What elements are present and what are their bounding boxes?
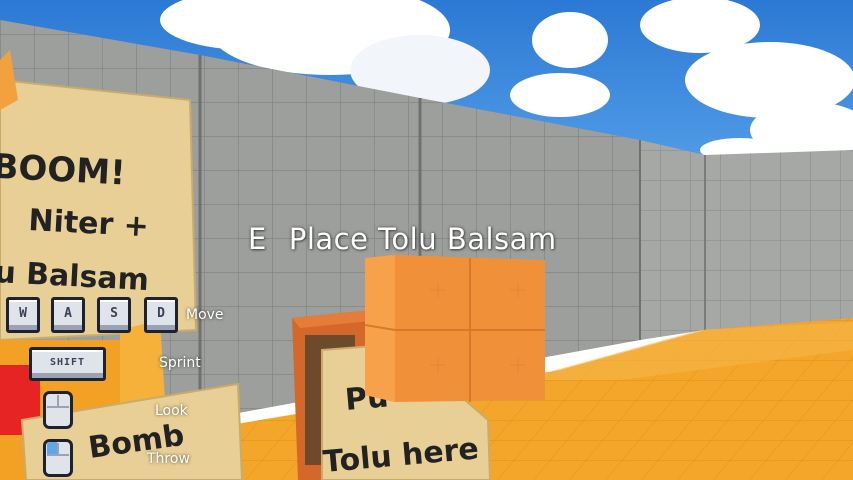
mouse-move-icon (43, 391, 73, 429)
throw-label: Throw (147, 451, 190, 467)
interaction-prompt: E Place Tolu Balsam (248, 222, 668, 256)
key-w: W (6, 297, 40, 333)
key-a: A (51, 297, 85, 333)
prompt-action: Place Tolu Balsam (288, 222, 557, 256)
look-label: Look (155, 403, 188, 419)
left-sign-line-1: BOOM! (0, 147, 127, 194)
sprint-label: Sprint (159, 355, 201, 371)
key-shift: SHIFT (29, 347, 106, 381)
held-tolu-balsam-block (364, 255, 545, 402)
left-sign-line-2: Niter + (28, 203, 150, 244)
mouse-left-click-icon (43, 439, 73, 477)
key-d: D (144, 297, 178, 333)
key-s: S (97, 297, 131, 333)
prompt-key: E (248, 222, 267, 256)
move-label: Move (186, 307, 224, 323)
